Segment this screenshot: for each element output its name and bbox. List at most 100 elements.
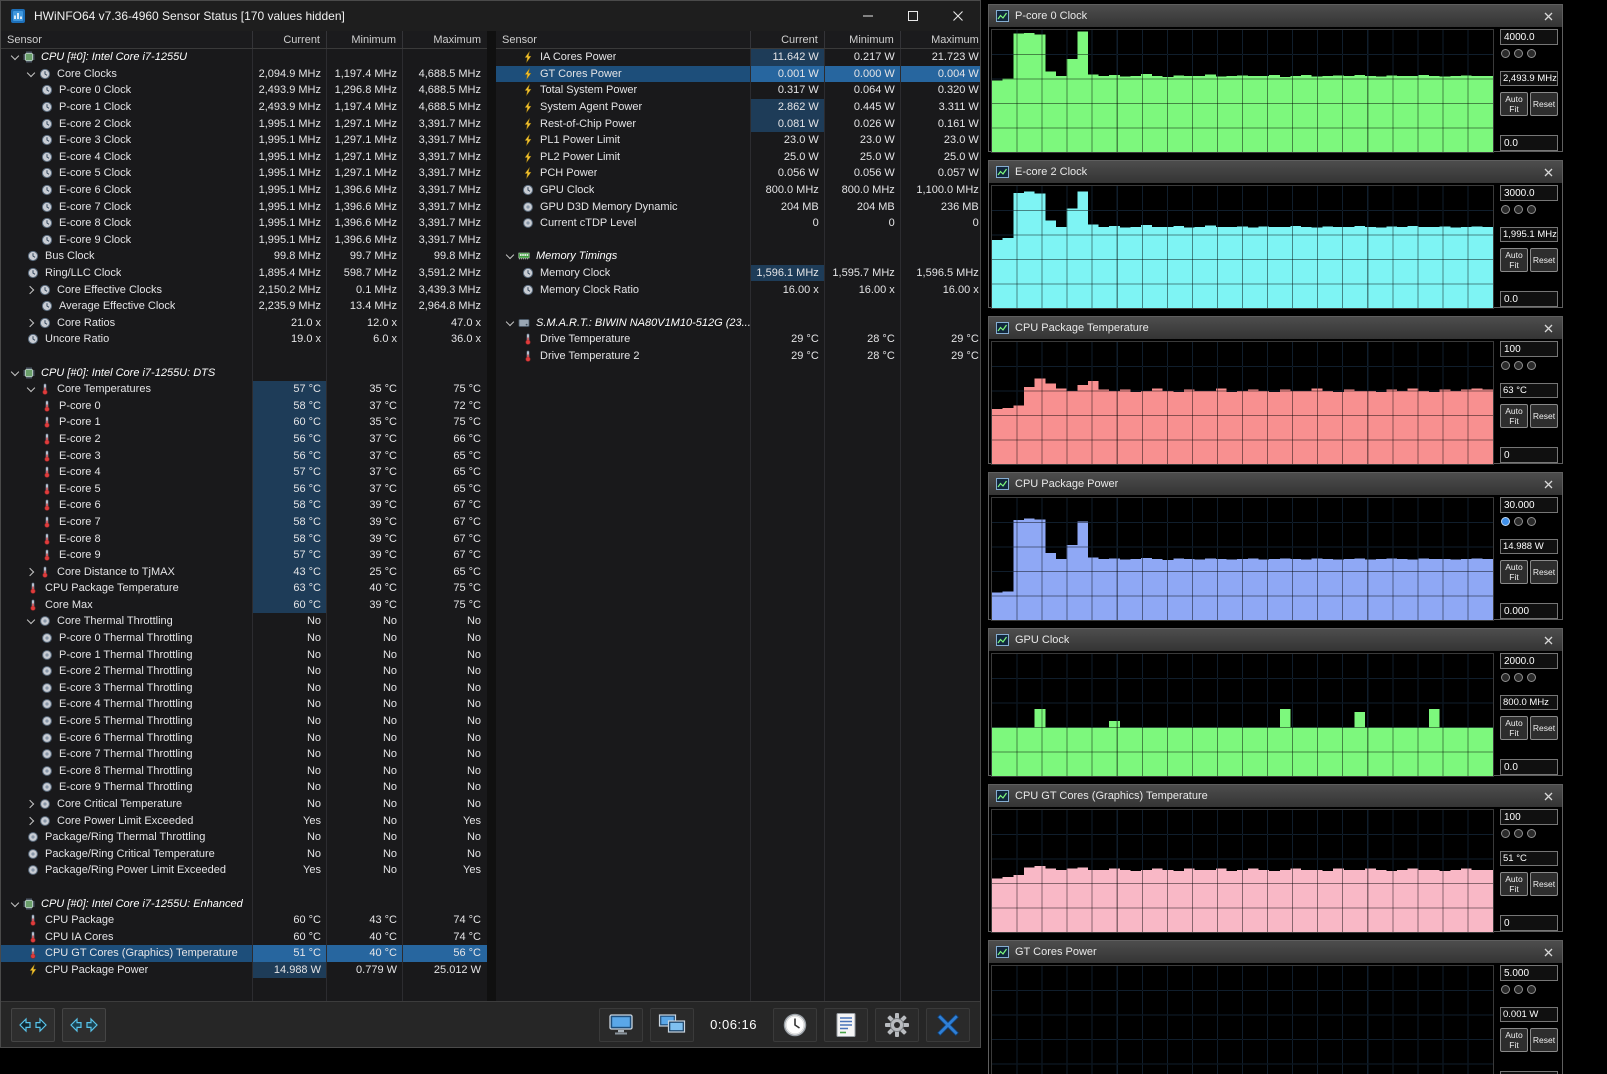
sensor-group-row[interactable]: Memory Timings — [496, 248, 980, 265]
remote-monitor-button[interactable] — [599, 1007, 644, 1042]
sensor-row[interactable]: Total System Power 0.317 W 0.064 W 0.320 W — [496, 82, 980, 99]
auto-fit-button[interactable]: Auto Fit — [1500, 716, 1528, 740]
column-header-sensor[interactable]: Sensor — [1, 31, 253, 48]
expander-expand-icon[interactable] — [25, 284, 39, 296]
minimize-button[interactable] — [845, 1, 890, 31]
sensor-row[interactable]: PL1 Power Limit 23.0 W 23.0 W 23.0 W — [496, 132, 980, 149]
column-header-maximum[interactable]: Maximum — [901, 31, 980, 48]
scale-min-input[interactable] — [1500, 135, 1558, 152]
sensor-row[interactable]: P-core 1 Clock 2,493.9 MHz 1,197.4 MHz 4,68… — [1, 99, 487, 116]
sensor-row[interactable]: CPU Package 60 °C 43 °C 74 °C — [1, 912, 487, 929]
reset-button[interactable]: Reset — [1530, 716, 1558, 740]
column-header-current[interactable]: Current — [751, 31, 825, 48]
close-icon[interactable] — [1542, 166, 1555, 179]
sensor-row[interactable]: E-core 8 58 °C 39 °C 67 °C — [1, 530, 487, 547]
sensor-row[interactable]: P-core 1 60 °C 35 °C 75 °C — [1, 414, 487, 431]
close-button[interactable] — [935, 1, 980, 31]
scale-max-input[interactable] — [1500, 29, 1558, 45]
nav-forward-button[interactable] — [62, 1007, 106, 1042]
sensor-row[interactable]: E-core 9 Clock 1,995.1 MHz 1,396.6 MHz 3,39… — [1, 232, 487, 249]
auto-fit-button[interactable]: Auto Fit — [1500, 404, 1528, 428]
reset-button[interactable]: Reset — [1530, 1028, 1558, 1052]
sensor-row[interactable]: E-core 5 Thermal Throttling No No No — [1, 713, 487, 730]
led-button[interactable] — [1501, 205, 1510, 214]
sensor-row[interactable]: Core Effective Clocks 2,150.2 MHz 0.1 MHz 3… — [1, 281, 487, 298]
titlebar[interactable]: HWiNFO64 v7.36-4960 Sensor Status [170 v… — [1, 1, 980, 31]
graph-titlebar[interactable]: GPU Clock — [989, 629, 1562, 651]
led-button[interactable] — [1527, 829, 1536, 838]
sensor-row[interactable]: Current cTDP Level 0 0 0 — [496, 215, 980, 232]
sensor-row[interactable]: E-core 2 Clock 1,995.1 MHz 1,297.1 MHz 3,39… — [1, 115, 487, 132]
led-button[interactable] — [1514, 829, 1523, 838]
sensor-row[interactable]: PCH Power 0.056 W 0.056 W 0.057 W — [496, 165, 980, 182]
sensor-row[interactable]: E-core 5 Clock 1,995.1 MHz 1,297.1 MHz 3,39… — [1, 165, 487, 182]
expander-collapse-icon[interactable] — [504, 250, 518, 262]
scale-min-input[interactable] — [1500, 759, 1558, 776]
multi-monitor-button[interactable] — [650, 1007, 695, 1042]
sensor-row[interactable]: E-core 2 56 °C 37 °C 66 °C — [1, 430, 487, 448]
graph-titlebar[interactable]: CPU GT Cores (Graphics) Temperature — [989, 785, 1562, 807]
scale-max-input[interactable] — [1500, 341, 1558, 357]
auto-fit-button[interactable]: Auto Fit — [1500, 872, 1528, 896]
sensor-row[interactable]: E-core 4 Clock 1,995.1 MHz 1,297.1 MHz 3,39… — [1, 149, 487, 166]
expander-collapse-icon[interactable] — [25, 615, 39, 627]
expander-collapse-icon[interactable] — [25, 383, 39, 395]
led-button[interactable] — [1527, 985, 1536, 994]
sensor-row[interactable]: Core Power Limit Exceeded Yes No Yes — [1, 812, 487, 829]
sensor-row[interactable]: Core Temperatures 57 °C 35 °C 75 °C — [1, 380, 487, 398]
sensor-row[interactable]: Bus Clock 99.8 MHz 99.7 MHz 99.8 MHz — [1, 248, 487, 265]
close-icon[interactable] — [1542, 10, 1555, 23]
sensor-row[interactable]: E-core 9 Thermal Throttling No No No — [1, 779, 487, 796]
graph-titlebar[interactable]: CPU Package Power — [989, 473, 1562, 495]
close-icon[interactable] — [1542, 790, 1555, 803]
scale-max-input[interactable] — [1500, 809, 1558, 825]
expander-collapse-icon[interactable] — [9, 51, 23, 63]
expander-expand-icon[interactable] — [25, 815, 39, 827]
graph-titlebar[interactable]: GT Cores Power — [989, 941, 1562, 963]
sensor-row[interactable]: PL2 Power Limit 25.0 W 25.0 W 25.0 W — [496, 149, 980, 166]
column-header-current[interactable]: Current — [253, 31, 327, 48]
sensor-row[interactable]: E-core 3 Thermal Throttling No No No — [1, 680, 487, 697]
close-icon[interactable] — [1542, 946, 1555, 959]
scale-min-input[interactable] — [1500, 291, 1558, 308]
auto-fit-button[interactable]: Auto Fit — [1500, 248, 1528, 272]
sensor-row[interactable]: CPU IA Cores 60 °C 40 °C 74 °C — [1, 928, 487, 945]
reset-button[interactable]: Reset — [1530, 560, 1558, 584]
led-button[interactable] — [1514, 517, 1523, 526]
led-button[interactable] — [1514, 673, 1523, 682]
scale-max-input[interactable] — [1500, 965, 1558, 981]
sensor-row[interactable]: System Agent Power 2.862 W 0.445 W 3.311 W — [496, 98, 980, 116]
column-header-minimum[interactable]: Minimum — [327, 31, 403, 48]
expander-collapse-icon[interactable] — [9, 898, 23, 910]
led-button[interactable] — [1527, 517, 1536, 526]
led-button[interactable] — [1527, 673, 1536, 682]
sensor-row[interactable]: P-core 1 Thermal Throttling No No No — [1, 646, 487, 663]
sensor-row[interactable]: Memory Clock Ratio 16.00 x 16.00 x 16.00 x — [496, 281, 980, 298]
scale-min-input[interactable] — [1500, 915, 1558, 932]
column-header-minimum[interactable]: Minimum — [825, 31, 901, 48]
column-header-maximum[interactable]: Maximum — [403, 31, 487, 48]
sensor-row[interactable]: E-core 6 Clock 1,995.1 MHz 1,396.6 MHz 3,39… — [1, 182, 487, 199]
column-header-sensor[interactable]: Sensor — [496, 31, 751, 48]
sensor-row[interactable]: E-core 8 Thermal Throttling No No No — [1, 763, 487, 780]
reset-button[interactable]: Reset — [1530, 404, 1558, 428]
auto-fit-button[interactable]: Auto Fit — [1500, 92, 1528, 116]
sensor-row[interactable]: P-core 0 58 °C 37 °C 72 °C — [1, 397, 487, 415]
reset-button[interactable]: Reset — [1530, 248, 1558, 272]
sensor-row[interactable]: Package/Ring Critical Temperature No No No — [1, 846, 487, 863]
auto-fit-button[interactable]: Auto Fit — [1500, 1028, 1528, 1052]
led-button[interactable] — [1527, 49, 1536, 58]
sensor-row[interactable]: Average Effective Clock 2,235.9 MHz 13.4 M… — [1, 298, 487, 315]
sensor-row[interactable]: E-core 3 Clock 1,995.1 MHz 1,297.1 MHz 3,39… — [1, 132, 487, 149]
sensor-row[interactable]: E-core 7 Thermal Throttling No No No — [1, 746, 487, 763]
sensor-row[interactable]: E-core 7 Clock 1,995.1 MHz 1,396.6 MHz 3,39… — [1, 198, 487, 215]
expander-collapse-icon[interactable] — [9, 367, 23, 379]
scale-max-input[interactable] — [1500, 185, 1558, 201]
sensor-row[interactable]: Drive Temperature 29 °C 28 °C 29 °C — [496, 331, 980, 348]
led-button[interactable] — [1527, 361, 1536, 370]
led-button[interactable] — [1514, 985, 1523, 994]
led-button[interactable] — [1501, 517, 1510, 526]
sensor-row[interactable]: Core Thermal Throttling No No No — [1, 613, 487, 630]
sensor-group-row[interactable]: CPU [#0]: Intel Core i7-1255U: Enhanced — [1, 895, 487, 912]
auto-fit-button[interactable]: Auto Fit — [1500, 560, 1528, 584]
